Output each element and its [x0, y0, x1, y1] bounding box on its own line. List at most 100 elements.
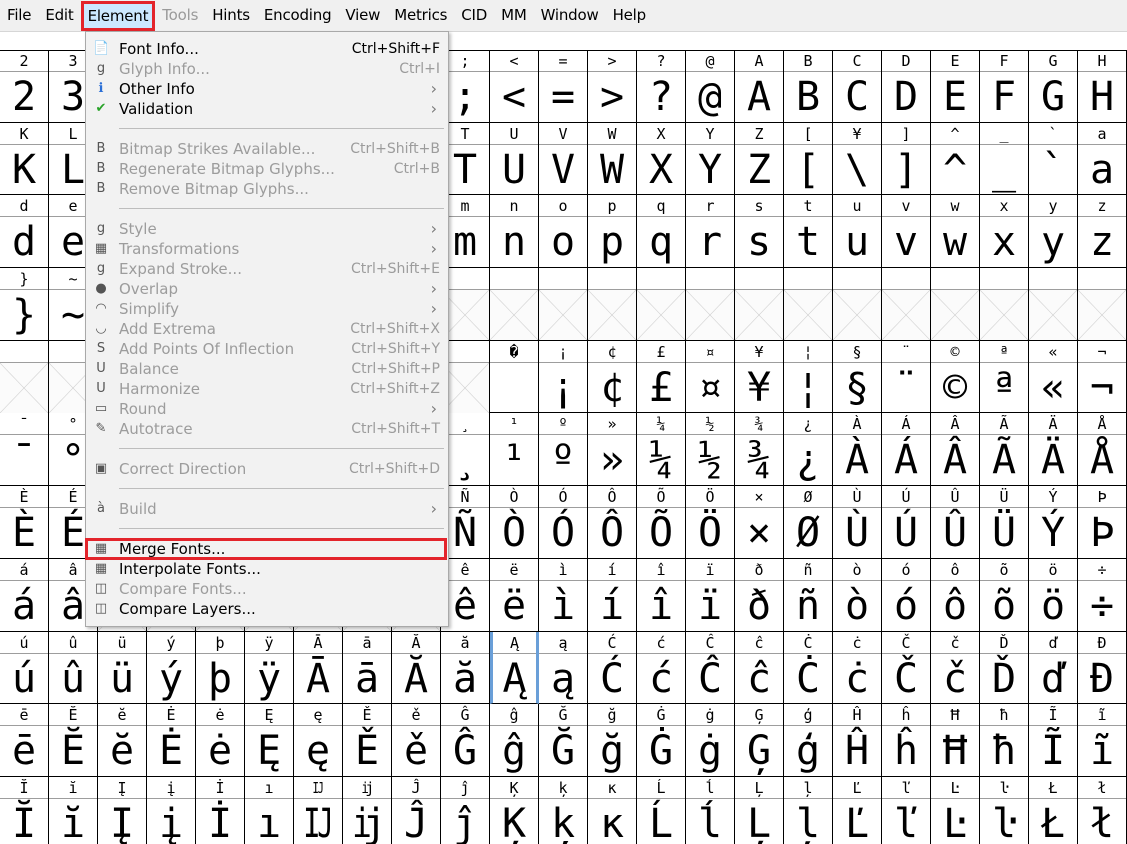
glyph-cell[interactable]: ¨ ¨ [882, 340, 931, 414]
glyph-cell[interactable]: ÷ ÷ [1078, 558, 1127, 632]
glyph-cell[interactable]: ¤ ¤ [686, 340, 735, 414]
glyph-cell[interactable]: ºº [539, 413, 588, 487]
glyph-cell[interactable]: ½½ [686, 413, 735, 487]
glyph-cell[interactable]: ĀĀ [294, 631, 343, 705]
glyph-cell[interactable] [1078, 268, 1127, 341]
glyph-cell[interactable]: ħħ [980, 704, 1029, 777]
glyph-cell[interactable]: ÃÃ [980, 413, 1029, 487]
glyph-cell[interactable] [882, 268, 931, 341]
glyph-cell[interactable]: ĶĶ [490, 776, 539, 844]
glyph-cell[interactable]: ľľ [882, 776, 931, 844]
glyph-cell[interactable]: ŀŀ [980, 776, 1029, 844]
glyph-cell[interactable]: ëë [490, 558, 539, 632]
glyph-cell[interactable]: � [490, 340, 539, 414]
glyph-cell[interactable]: õõ [980, 558, 1029, 632]
glyph-cell[interactable]: įį [147, 776, 196, 844]
glyph-cell[interactable]: ]] [882, 122, 931, 196]
glyph-cell[interactable]: óó [882, 558, 931, 632]
glyph-cell[interactable]: BB [784, 50, 833, 123]
glyph-cell[interactable]: ¡ ¡ [539, 340, 588, 414]
menu-cid[interactable]: CID [454, 0, 494, 31]
glyph-cell[interactable]: ĔĔ [49, 704, 98, 777]
glyph-cell[interactable]: ďď [1029, 631, 1078, 705]
glyph-cell[interactable]: ŁŁ [1029, 776, 1078, 844]
glyph-cell[interactable]: čč [931, 631, 980, 705]
glyph-cell[interactable]: ěě [392, 704, 441, 777]
glyph-cell[interactable]: ĉĉ [735, 631, 784, 705]
glyph-cell[interactable]: ĝĝ [490, 704, 539, 777]
glyph-cell[interactable]: ` ` [1029, 122, 1078, 196]
menu-edit[interactable]: Edit [38, 0, 80, 31]
glyph-cell[interactable]: ĵĵ [441, 776, 490, 844]
menu-item-other-info[interactable]: ℹ Other Info › [86, 79, 446, 99]
glyph-cell[interactable]: ļļ [784, 776, 833, 844]
glyph-cell[interactable]: ėė [196, 704, 245, 777]
glyph-cell[interactable]: £ £ [637, 340, 686, 414]
glyph-cell[interactable]: ĨĨ [1029, 704, 1078, 777]
glyph-cell[interactable]: YY [686, 122, 735, 196]
glyph-cell[interactable]: ĎĎ [980, 631, 1029, 705]
glyph-cell[interactable]: yy [1029, 195, 1078, 269]
glyph-cell[interactable] [784, 268, 833, 341]
glyph-cell[interactable]: > > [588, 50, 637, 123]
glyph-cell[interactable]: āā [343, 631, 392, 705]
glyph-cell[interactable] [833, 268, 882, 341]
glyph-cell[interactable]: FF [980, 50, 1029, 123]
glyph-cell[interactable]: ċċ [833, 631, 882, 705]
glyph-cell[interactable] [539, 268, 588, 341]
glyph-cell[interactable]: ăă [441, 631, 490, 705]
glyph-cell[interactable]: rr [686, 195, 735, 269]
menu-metrics[interactable]: Metrics [387, 0, 454, 31]
glyph-cell[interactable]: vv [882, 195, 931, 269]
glyph-cell[interactable]: ¯ ¯ [0, 413, 49, 487]
glyph-cell[interactable]: łł [1078, 776, 1127, 844]
glyph-cell[interactable]: ïï [686, 558, 735, 632]
menu-hints[interactable]: Hints [205, 0, 257, 31]
glyph-cell[interactable]: ªª [980, 340, 1029, 414]
menu-item-validation[interactable]: ✔ Validation › [86, 99, 446, 119]
glyph-cell[interactable]: »» [588, 413, 637, 487]
glyph-cell[interactable]: ĸĸ [588, 776, 637, 844]
menu-file[interactable]: File [0, 0, 38, 31]
glyph-cell[interactable]: ww [931, 195, 980, 269]
glyph-cell[interactable]: KK [0, 122, 49, 196]
glyph-cell[interactable]: ôô [931, 558, 980, 632]
glyph-cell[interactable] [686, 268, 735, 341]
glyph-cell[interactable]: ññ [784, 558, 833, 632]
glyph-cell[interactable]: }} [0, 268, 49, 341]
glyph-cell[interactable]: AA [735, 50, 784, 123]
glyph-cell[interactable]: íí [588, 558, 637, 632]
glyph-cell[interactable]: ĴĴ [392, 776, 441, 844]
glyph-cell[interactable]: ¢ ¢ [588, 340, 637, 414]
glyph-cell[interactable] [637, 268, 686, 341]
menu-help[interactable]: Help [606, 0, 653, 31]
glyph-cell[interactable] [980, 268, 1029, 341]
glyph-cell[interactable]: áá [0, 558, 49, 632]
glyph-cell[interactable]: UU [490, 122, 539, 196]
menu-element[interactable]: Element [80, 0, 156, 31]
menu-item-font-info[interactable]: 📄 Font Info... Ctrl+Shift+F [86, 39, 446, 59]
glyph-cell[interactable]: ?? [637, 50, 686, 123]
glyph-cell[interactable]: ġġ [686, 704, 735, 777]
glyph-cell[interactable]: ¹¹ [490, 413, 539, 487]
glyph-cell[interactable]: ĕĕ [98, 704, 147, 777]
glyph-cell[interactable]: tt [784, 195, 833, 269]
glyph-cell[interactable]: ĽĽ [833, 776, 882, 844]
glyph-cell[interactable]: ÙÙ [833, 486, 882, 559]
glyph-cell[interactable]: ÅÅ [1078, 413, 1127, 487]
glyph-cell[interactable]: [[ [784, 122, 833, 196]
glyph-cell[interactable]: ĜĜ [441, 704, 490, 777]
glyph-cell[interactable] [931, 268, 980, 341]
glyph-cell[interactable]: ĲĲ [294, 776, 343, 844]
glyph-cell[interactable]: 22 [0, 50, 49, 123]
glyph-cell[interactable]: qq [637, 195, 686, 269]
glyph-cell[interactable]: ^ ^ [931, 122, 980, 196]
glyph-cell[interactable]: GG [1029, 50, 1078, 123]
menu-view[interactable]: View [338, 0, 387, 31]
glyph-cell[interactable]: ćć [637, 631, 686, 705]
glyph-cell[interactable]: İİ [196, 776, 245, 844]
glyph-cell[interactable]: ÂÂ [931, 413, 980, 487]
glyph-cell[interactable]: ss [735, 195, 784, 269]
glyph-cell[interactable]: ĈĈ [686, 631, 735, 705]
glyph-cell[interactable]: ķķ [539, 776, 588, 844]
